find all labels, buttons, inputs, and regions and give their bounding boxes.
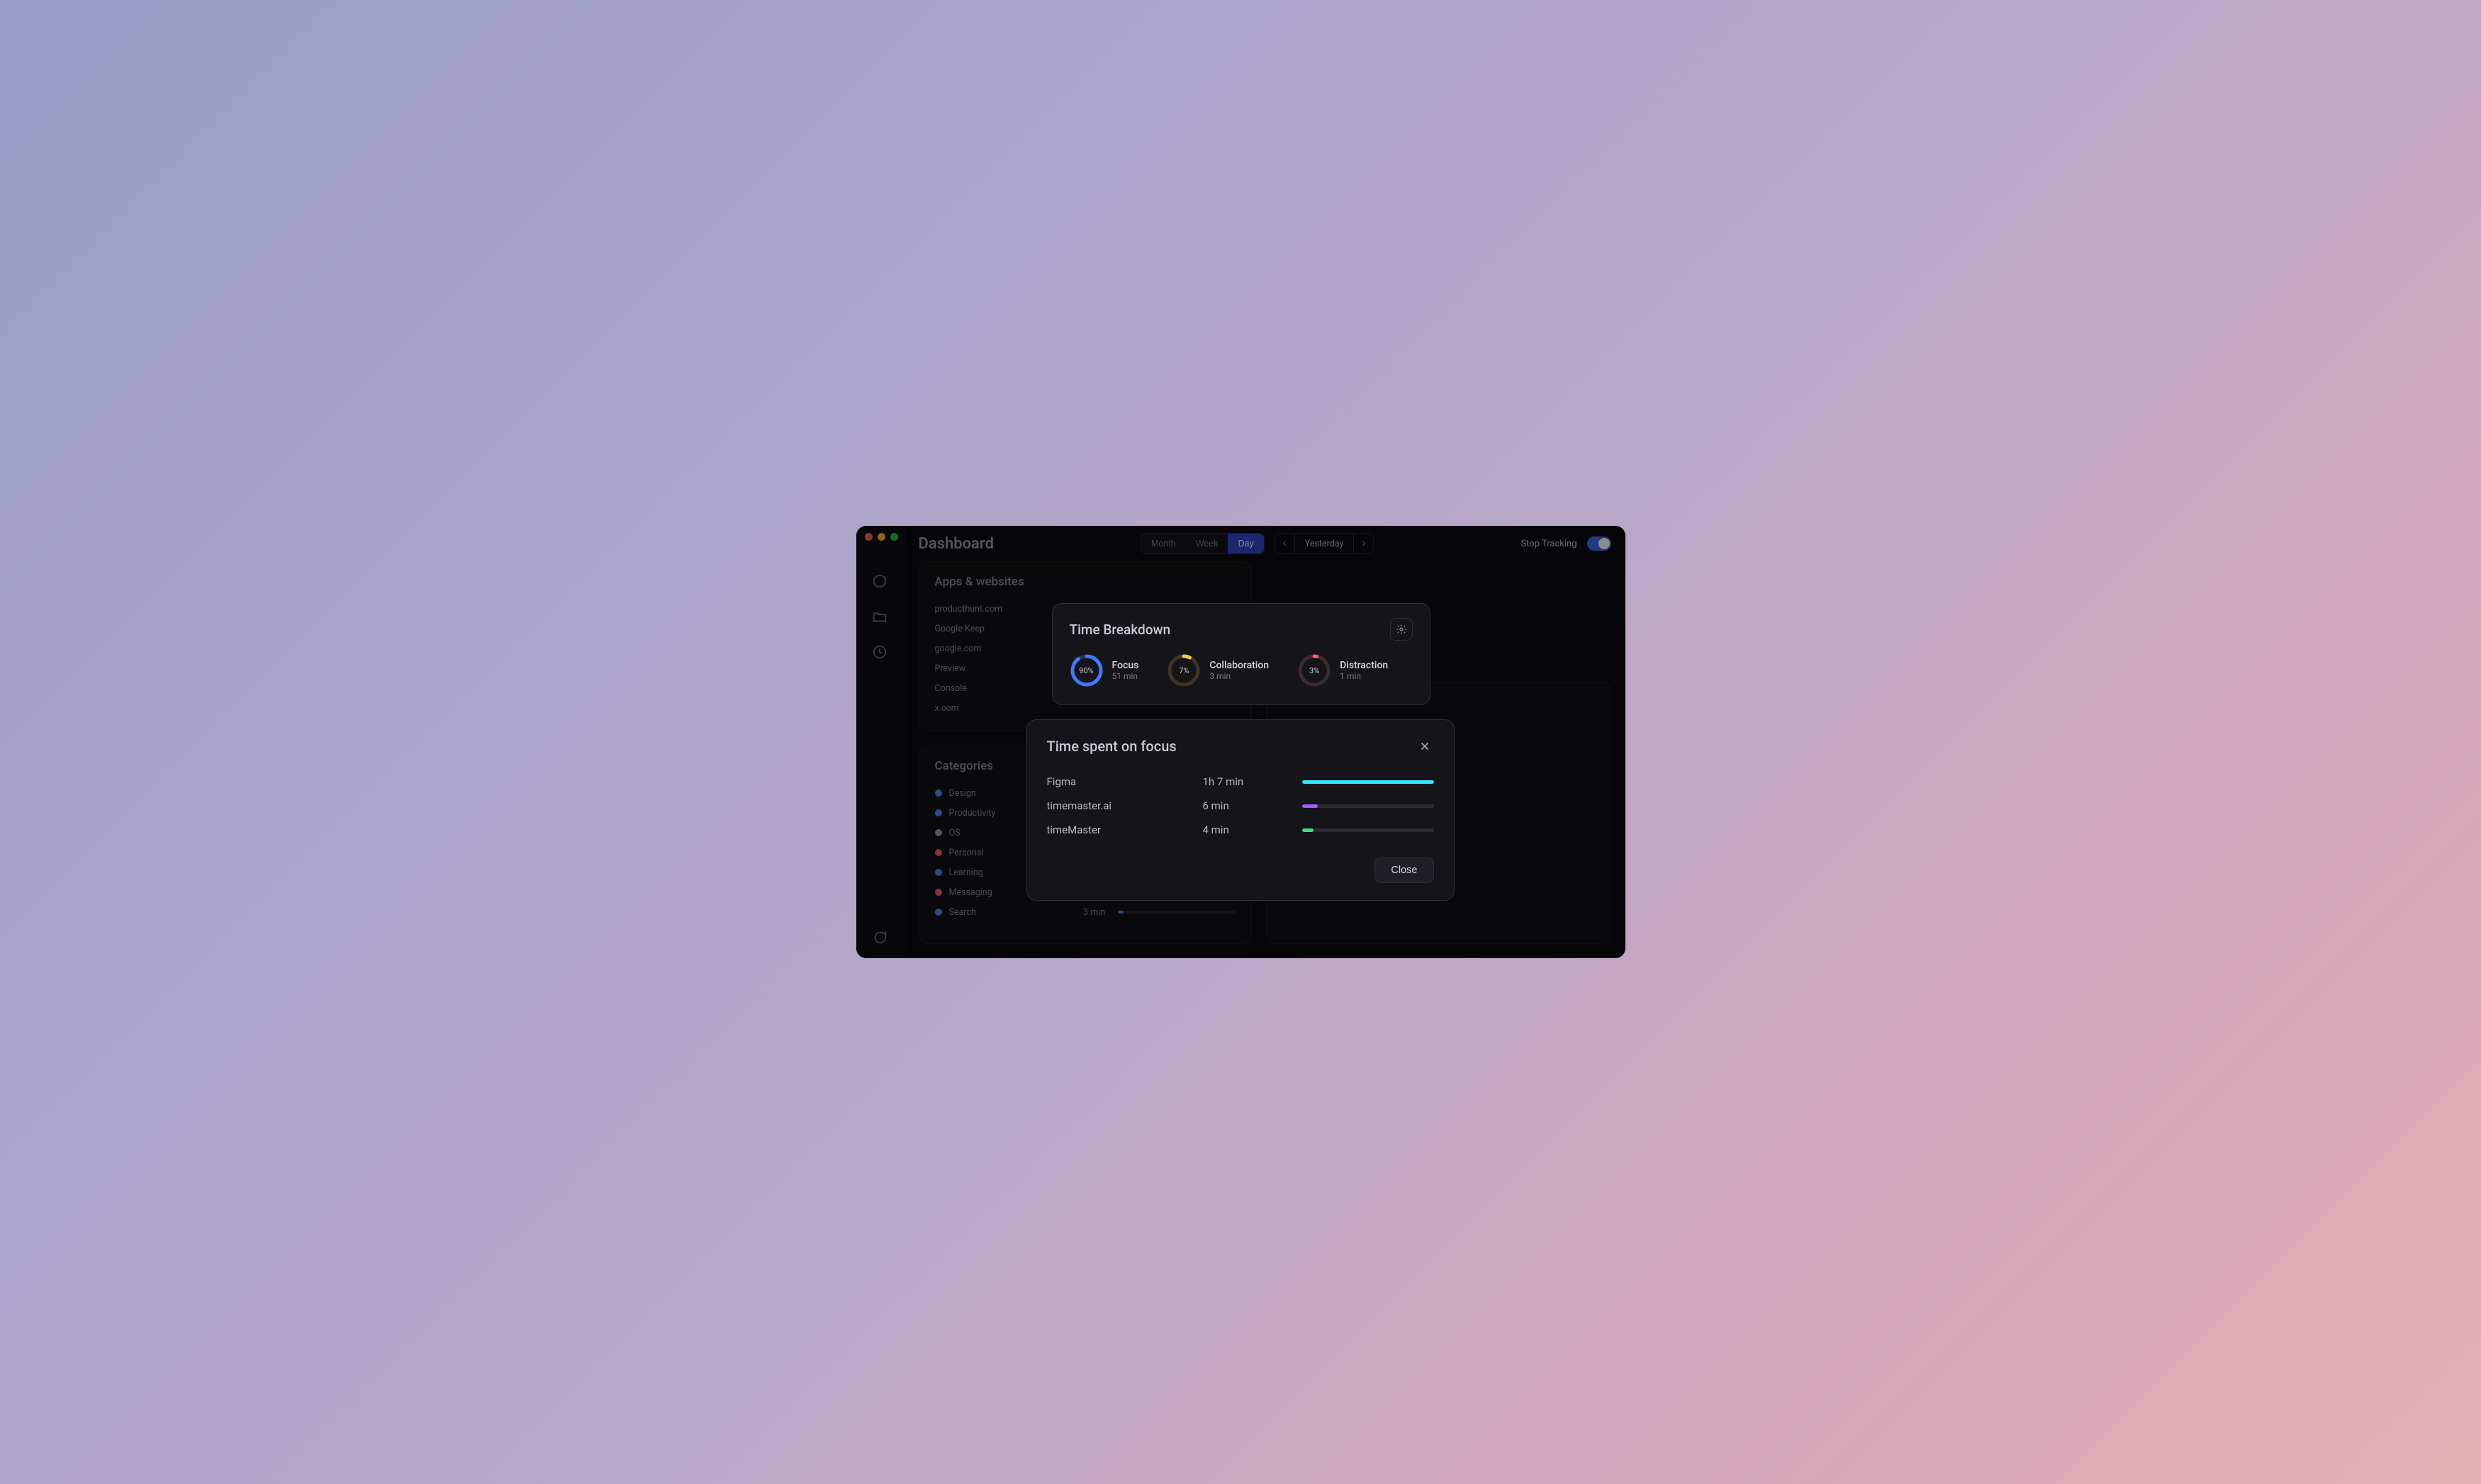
focus-app-time: 4 min: [1203, 823, 1302, 836]
focus-app-name: timemaster.ai: [1047, 799, 1203, 812]
tracking-toggle[interactable]: [1587, 536, 1611, 551]
focus-row: Figma 1h 7 min: [1047, 770, 1434, 794]
metric-sub: 1 min: [1340, 671, 1388, 681]
day-label[interactable]: Yesterday: [1295, 534, 1354, 553]
folder-icon[interactable]: [872, 609, 887, 624]
focus-app-time: 6 min: [1203, 799, 1302, 812]
sidebar: [856, 526, 905, 958]
metric-sub: 3 min: [1209, 671, 1269, 681]
breakdown-metric[interactable]: 90% Focus 51 min: [1070, 653, 1139, 687]
metric-percent: 90%: [1070, 653, 1104, 687]
category-bar: [1118, 911, 1236, 914]
close-window-dot[interactable]: [865, 533, 873, 541]
ring-chart: 7%: [1167, 653, 1201, 687]
stop-tracking-label: Stop Tracking: [1520, 539, 1576, 549]
metric-label: Distraction: [1340, 660, 1388, 671]
chat-icon[interactable]: [872, 930, 887, 945]
focus-modal: Time spent on focus Figma 1h 7 min timem…: [1026, 719, 1455, 901]
time-breakdown-panel: Time Breakdown 90% Focus 51 min 7%: [1052, 603, 1430, 705]
category-dot: [935, 789, 942, 797]
segment-day[interactable]: Day: [1228, 534, 1263, 553]
chevron-left-icon[interactable]: [1275, 534, 1295, 553]
segment-week[interactable]: Week: [1186, 534, 1228, 553]
metric-percent: 7%: [1167, 653, 1201, 687]
category-dot: [935, 809, 942, 816]
category-dot: [935, 909, 942, 916]
ring-chart: 90%: [1070, 653, 1104, 687]
focus-row: timemaster.ai 6 min: [1047, 794, 1434, 818]
gear-icon[interactable]: [1390, 618, 1413, 641]
focus-app-name: Figma: [1047, 775, 1203, 788]
topbar: Dashboard Month Week Day Yesterday: [905, 526, 1625, 561]
apps-card-title: Apps & websites: [935, 575, 1236, 589]
category-dot: [935, 889, 942, 896]
chevron-right-icon[interactable]: [1353, 534, 1373, 553]
metric-label: Collaboration: [1209, 660, 1269, 671]
day-navigator[interactable]: Yesterday: [1275, 533, 1374, 554]
focus-app-name: timeMaster: [1047, 823, 1203, 836]
category-time: 3 min: [1066, 907, 1105, 918]
window-traffic-lights[interactable]: [856, 533, 898, 541]
breakdown-metric[interactable]: 3% Distraction 1 min: [1297, 653, 1388, 687]
page-title: Dashboard: [919, 535, 994, 553]
metric-sub: 51 min: [1112, 671, 1139, 681]
focus-row: timeMaster 4 min: [1047, 818, 1434, 842]
category-dot: [935, 829, 942, 836]
ring-chart: 3%: [1297, 653, 1331, 687]
category-row[interactable]: Search3 min: [935, 902, 1236, 922]
breakdown-title: Time Breakdown: [1070, 622, 1390, 638]
metric-percent: 3%: [1297, 653, 1331, 687]
close-icon[interactable]: [1416, 737, 1434, 755]
segment-month[interactable]: Month: [1141, 534, 1186, 553]
focus-bar: [1302, 828, 1434, 832]
period-segmented-control[interactable]: Month Week Day: [1141, 533, 1265, 554]
focus-app-time: 1h 7 min: [1203, 775, 1302, 788]
focus-modal-title: Time spent on focus: [1047, 738, 1416, 755]
metric-label: Focus: [1112, 660, 1139, 671]
clock-icon[interactable]: [872, 644, 887, 660]
dashboard-icon[interactable]: [872, 573, 887, 589]
minimize-window-dot[interactable]: [878, 533, 885, 541]
focus-bar: [1302, 780, 1434, 784]
category-dot: [935, 869, 942, 876]
breakdown-metric[interactable]: 7% Collaboration 3 min: [1167, 653, 1269, 687]
category-dot: [935, 849, 942, 856]
close-button[interactable]: Close: [1374, 858, 1433, 883]
focus-bar: [1302, 804, 1434, 808]
maximize-window-dot[interactable]: [890, 533, 898, 541]
category-name: Search: [949, 907, 1067, 918]
